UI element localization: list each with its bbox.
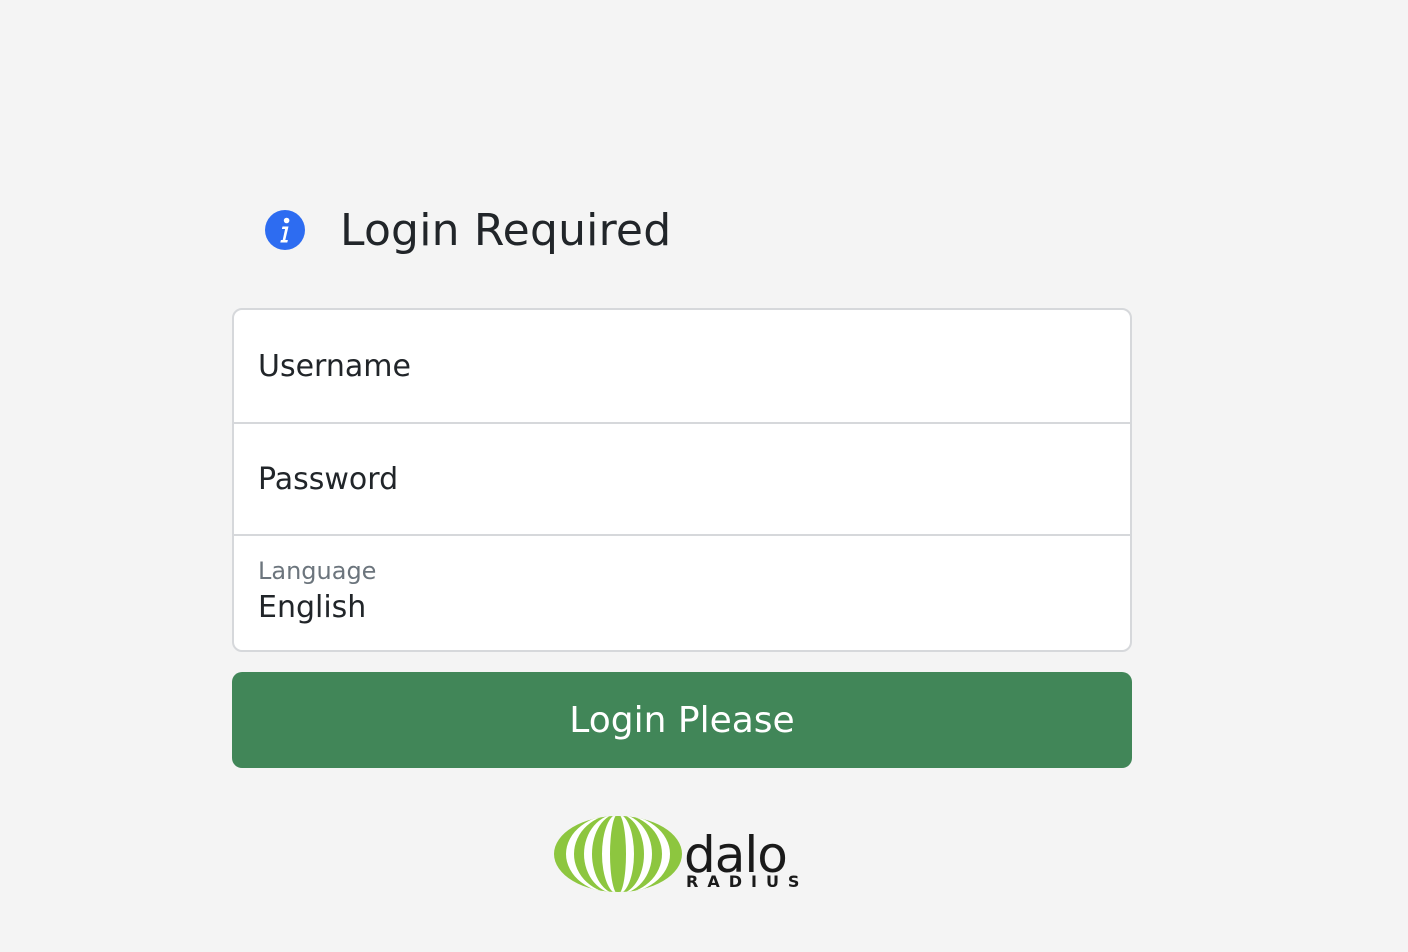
daloradius-logo-image: dalo RADIUS — [554, 816, 808, 892]
login-heading: Login Required — [264, 200, 671, 260]
language-selected-value: English — [258, 590, 367, 625]
username-placeholder: Username — [258, 348, 411, 384]
password-placeholder: Password — [258, 461, 399, 497]
login-page: Login Required Username Password Languag… — [0, 0, 1408, 952]
password-field[interactable]: Password — [234, 422, 1130, 534]
language-label: Language — [258, 557, 377, 585]
language-select[interactable]: Language English — [234, 534, 1130, 646]
login-form: Username Password Language English — [232, 308, 1132, 652]
info-circle-icon — [265, 210, 305, 250]
login-button[interactable]: Login Please — [232, 672, 1132, 768]
svg-text:RADIUS: RADIUS — [686, 872, 808, 891]
username-field[interactable]: Username — [234, 310, 1130, 422]
page-title: Login Required — [340, 204, 672, 256]
daloradius-logo: dalo RADIUS — [552, 812, 814, 896]
